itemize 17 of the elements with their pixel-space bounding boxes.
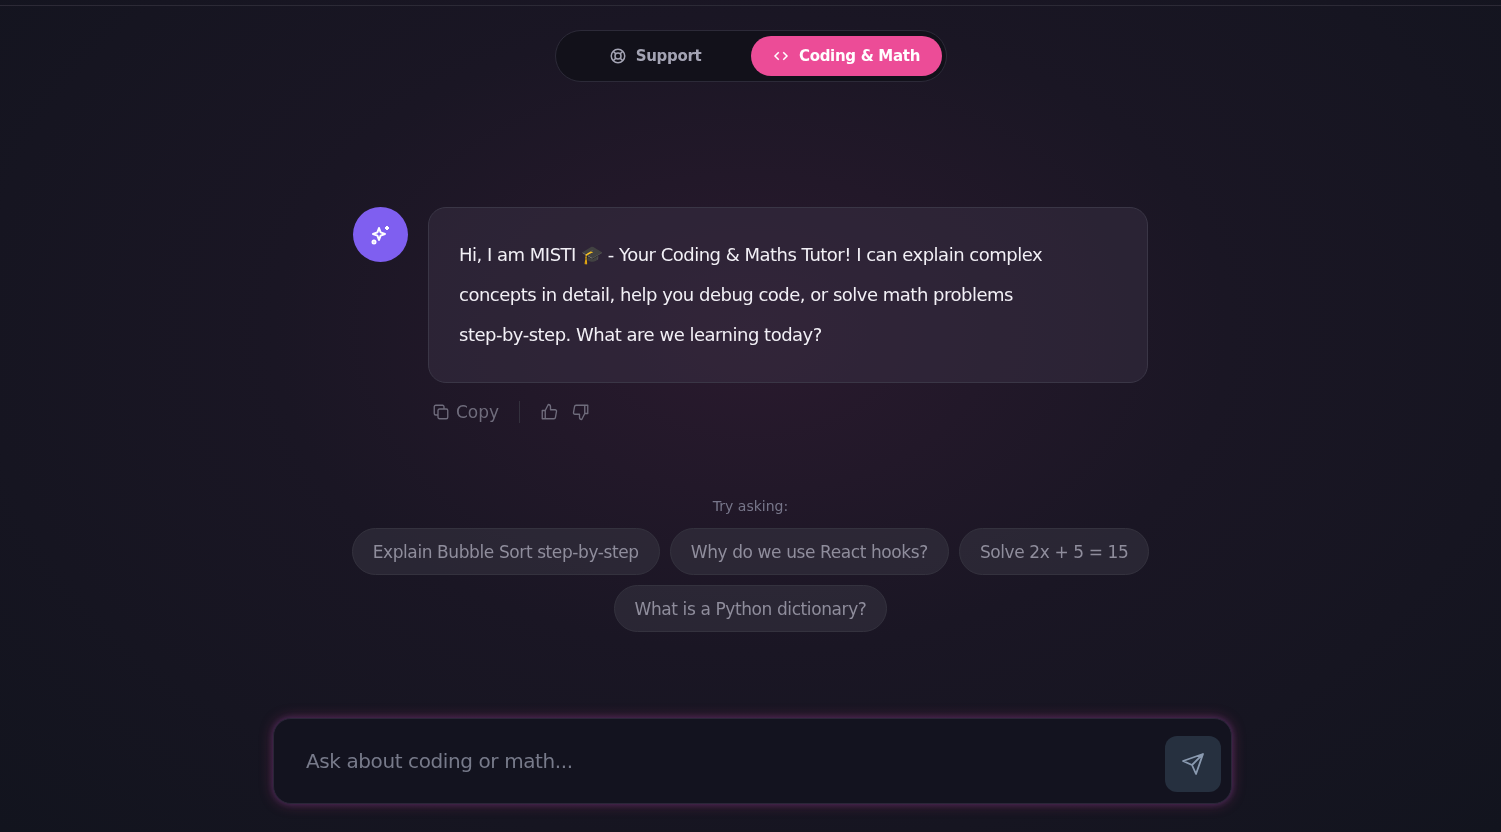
suggestion-chip[interactable]: Explain Bubble Sort step-by-step: [351, 528, 660, 575]
suggestion-chip[interactable]: Why do we use React hooks?: [669, 528, 949, 575]
copy-icon: [432, 403, 450, 421]
assistant-message: Hi, I am MISTI 🎓 - Your Coding & Maths Tutor! I can explain complex concepts in detail, help you debug code, or solve math problems step-by-step. What are we learning today?: [459, 243, 1044, 347]
send-button[interactable]: [1165, 736, 1221, 792]
suggestion-chip[interactable]: What is a Python dictionary?: [613, 585, 888, 632]
copy-button[interactable]: Copy: [432, 402, 500, 422]
lifebuoy-icon: [608, 47, 627, 65]
mode-tab[interactable]: Support: [559, 36, 751, 76]
mode-tab[interactable]: Coding & Math: [750, 36, 942, 76]
message-field[interactable]: Ask about coding or math...: [273, 718, 1232, 804]
thumbs-up-icon[interactable]: [540, 403, 559, 421]
suggestions-heading: Try asking:: [712, 498, 789, 514]
thumbs-down-icon[interactable]: [572, 403, 591, 421]
send-icon: [1181, 752, 1205, 776]
suggestion-chip[interactable]: Solve 2x + 5 = 15: [958, 528, 1150, 575]
message-input[interactable]: Ask about coding or math...: [304, 748, 1165, 774]
